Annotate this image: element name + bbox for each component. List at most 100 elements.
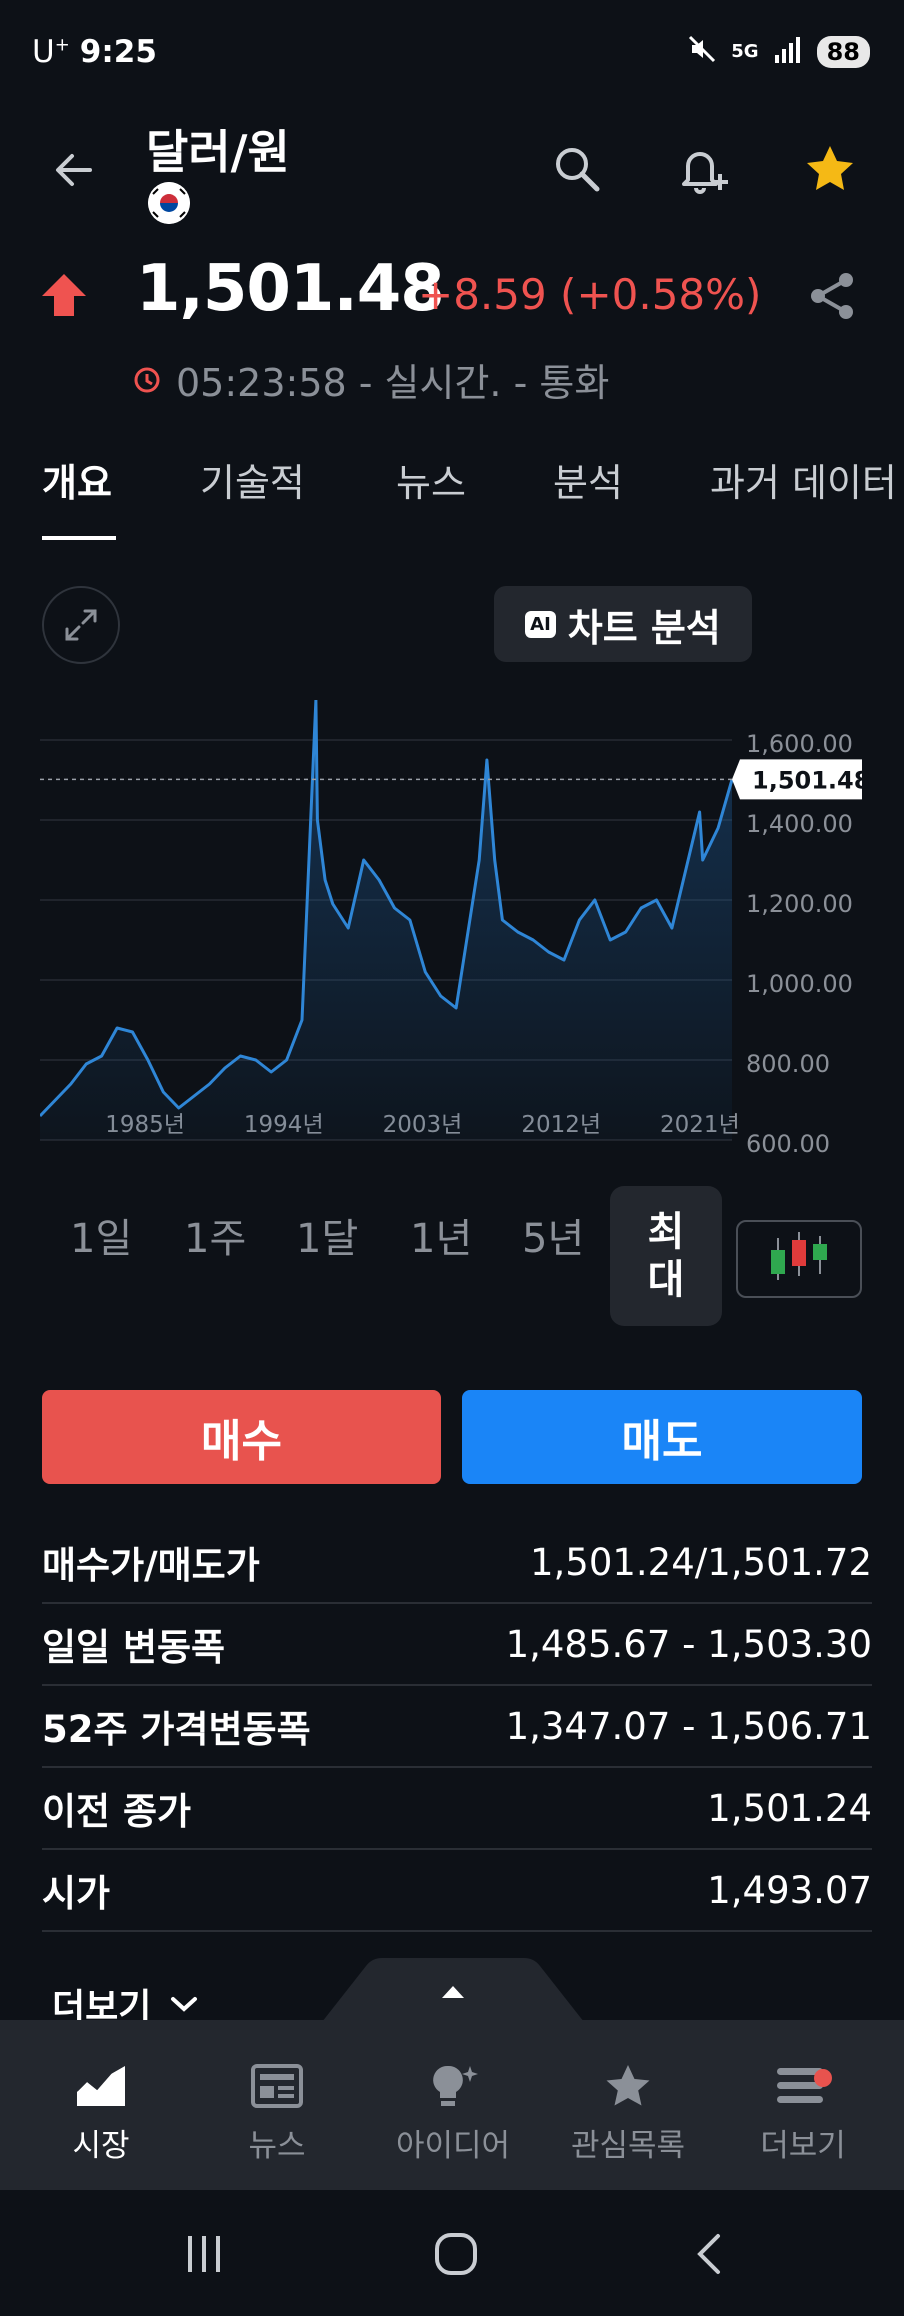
nav-ideas-label: 아이디어 [395,2128,511,2164]
expand-chart-button[interactable] [42,586,120,664]
battery-level: 88 [816,35,870,68]
stat-value: 1,501.24/1,501.72 [530,1540,872,1584]
status-time-group: U+ 9:25 [32,34,157,70]
signal-icon [773,35,803,68]
star-icon [606,2065,650,2106]
candlestick-icon [771,1232,827,1280]
tab-news[interactable]: 뉴스 [396,452,466,507]
y-tick-label: 1,400.00 [746,810,853,838]
news-icon [251,2064,303,2108]
idea-bulb-icon [433,2065,478,2106]
stat-label: 시가 [42,1872,111,1915]
bell-plus-icon [682,152,728,194]
nav-ideas[interactable]: 아이디어 [368,2062,538,2165]
expand-icon [65,609,97,641]
price-chart-svg: 600.00 800.00 1,000.00 1,200.00 1,400.00 1,60… [38,698,870,1158]
range-max-line1: 최 [647,1209,685,1255]
search-button[interactable] [542,134,612,204]
nav-news[interactable]: 뉴스 [192,2062,362,2165]
recent-apps-icon [188,2236,220,2272]
home-icon [435,2233,477,2275]
range-max-line2: 대 [647,1257,685,1303]
range-1m[interactable]: 1달 [296,1206,358,1264]
back-arrow-icon [56,154,92,186]
stat-value: 1,493.07 [707,1868,872,1912]
stat-value: 1,485.67 - 1,503.30 [505,1622,872,1666]
ai-chart-analysis-button[interactable]: AI 차트 분석 [494,586,752,662]
stat-row-open: 시가 1,493.07 [42,1850,872,1932]
chart-type-button[interactable] [736,1220,862,1298]
stat-row-bid-ask: 매수가/매도가 1,501.24/1,501.72 [42,1522,872,1604]
chart-area-fill [40,700,732,1140]
range-selector: 1일 1주 1달 1년 5년 최 대 [0,1186,904,1326]
nav-more-label: 더보기 [760,2128,846,2164]
current-price-label: 1,501.48 [752,766,870,794]
quote-time-row: 05:23:58 - 실시간. - 통화 [132,352,609,407]
stat-value: 1,347.07 - 1,506.71 [505,1704,872,1748]
expand-panel-tab[interactable] [322,1958,584,2022]
tab-overview[interactable]: 개요 [42,452,112,507]
share-icon [811,273,853,319]
mute-icon [687,34,717,69]
stat-row-day-range: 일일 변동폭 1,485.67 - 1,503.30 [42,1604,872,1686]
y-tick-label: 1,000.00 [746,970,853,998]
range-1y[interactable]: 1년 [410,1206,472,1264]
y-tick-label: 1,200.00 [746,890,853,918]
status-icons: 5G 88 [687,34,870,69]
add-alert-button[interactable] [668,134,738,204]
menu-icon [777,2068,832,2103]
nav-market[interactable]: 시장 [16,2062,186,2165]
system-back-button[interactable] [680,2224,740,2284]
clock-icon [134,367,160,392]
system-navigation-bar [0,2190,904,2316]
nav-news-label: 뉴스 [248,2128,306,2164]
range-max[interactable]: 최 대 [610,1186,722,1326]
nav-more[interactable]: 더보기 [718,2062,888,2165]
share-button[interactable] [806,270,858,326]
page-title: 달러/원 [146,125,290,179]
price-chart[interactable]: 600.00 800.00 1,000.00 1,200.00 1,400.00 1,60… [38,698,904,1160]
tab-technical[interactable]: 기술적 [200,452,305,507]
status-bar: U+ 9:25 5G 88 [0,0,904,110]
y-tick-label: 800.00 [746,1050,830,1078]
range-1d[interactable]: 1일 [70,1206,132,1264]
tab-historical-data[interactable]: 과거 데이터 [710,452,897,507]
stat-label: 일일 변동폭 [42,1626,226,1669]
y-tick-label: 600.00 [746,1130,830,1158]
stat-row-prev-close: 이전 종가 1,501.24 [42,1768,872,1850]
south-korea-flag-icon [148,182,190,224]
nav-watchlist-label: 관심목록 [570,2128,686,2164]
section-tabs: 개요 기술적 뉴스 분석 과거 데이터 [0,452,904,542]
carrier-label: U+ [32,34,70,70]
buy-button[interactable]: 매수 [42,1390,441,1484]
stat-row-52w-range: 52주 가격변동폭 1,347.07 - 1,506.71 [42,1686,872,1768]
app-header: 달러/원 [0,110,904,230]
search-icon [556,148,600,192]
price-row: 1,501.48 +8.59 (+0.58%) [0,250,904,340]
stats-table: 매수가/매도가 1,501.24/1,501.72 일일 변동폭 1,485.6… [42,1522,872,1932]
sell-button[interactable]: 매도 [462,1390,862,1484]
recent-apps-button[interactable] [174,2224,234,2284]
notification-dot [814,2069,832,2087]
range-5y[interactable]: 5년 [522,1206,584,1264]
back-button[interactable] [44,140,104,200]
range-1w[interactable]: 1주 [184,1206,246,1264]
market-chart-icon [75,2062,126,2106]
network-label: 5G [731,41,759,62]
stat-label: 매수가/매도가 [42,1544,260,1587]
watchlist-star-button[interactable] [795,134,865,204]
nav-market-label: 시장 [72,2128,130,2164]
nav-watchlist[interactable]: 관심목록 [543,2062,713,2165]
bottom-navigation: 시장 뉴스 아이디어 관심목록 더보기 [0,2020,904,2190]
current-price: 1,501.48 [136,252,445,326]
status-time: 9:25 [79,34,157,70]
y-tick-label: 1,600.00 [746,730,853,758]
chevron-down-icon [171,1997,198,2012]
tab-analysis[interactable]: 분석 [553,452,623,507]
ai-badge-icon: AI [525,610,556,638]
home-button[interactable] [426,2224,486,2284]
price-up-arrow-icon [42,274,86,316]
star-filled-icon [807,146,853,190]
stat-value: 1,501.24 [707,1786,872,1830]
stat-label: 이전 종가 [42,1790,192,1833]
